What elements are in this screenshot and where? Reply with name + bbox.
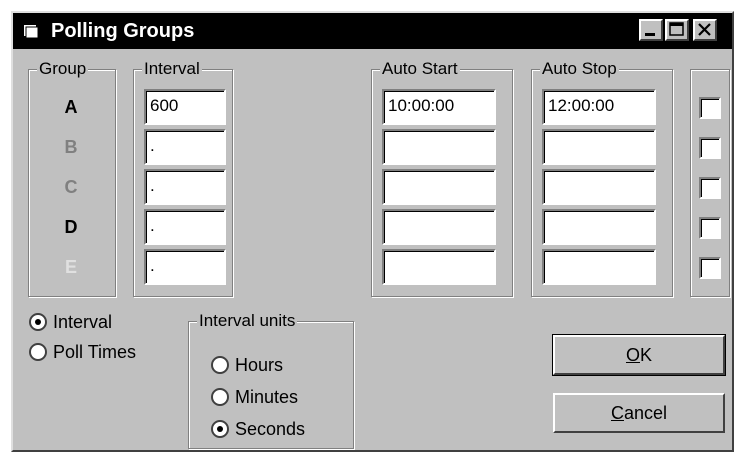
enabled-frame [690,69,730,297]
auto-start-frame: Auto Start 10:00:00 [371,59,513,297]
auto-start-field[interactable] [382,129,496,165]
group-legend: Group [37,59,89,79]
polling-groups-dialog: Polling Groups Group ABCDE Interval 600.… [11,11,734,452]
enabled-checkbox[interactable] [699,137,721,159]
maximize-button[interactable] [665,19,689,41]
minimize-icon [645,33,655,36]
auto-start-field[interactable]: 10:00:00 [382,89,496,125]
ok-button[interactable]: OK [552,334,726,376]
close-button[interactable] [693,19,717,41]
group-letter: C [64,177,78,197]
interval-field[interactable]: . [144,209,226,245]
close-icon [698,23,711,36]
auto-start-field[interactable] [382,169,496,205]
title-bar[interactable]: Polling Groups [13,13,732,49]
auto-stop-field[interactable] [542,129,656,165]
group-letter: A [64,97,78,117]
auto-stop-field[interactable] [542,209,656,245]
units-option-seconds[interactable]: Seconds [211,416,305,442]
units-option-hours[interactable]: Hours [211,352,283,378]
enabled-checkbox[interactable] [699,257,721,279]
interval-field[interactable]: 600 [144,89,226,125]
radio-hours[interactable] [211,356,229,374]
auto-stop-field[interactable] [542,249,656,285]
radio-interval[interactable] [29,313,47,331]
maximize-icon [669,22,684,36]
app-icon [24,25,39,39]
auto-stop-field[interactable]: 12:00:00 [542,89,656,125]
interval-units-legend: Interval units [197,311,298,331]
radio-seconds[interactable] [211,420,229,438]
interval-field[interactable]: . [144,249,226,285]
interval-frame: Interval 600.... [133,59,233,297]
auto-stop-legend: Auto Stop [540,59,619,79]
enabled-checkbox[interactable] [699,97,721,119]
minimize-button[interactable] [639,19,663,41]
units-label: Minutes [235,386,299,407]
mode-option-poll-times[interactable]: Poll Times [29,339,136,365]
units-label: Hours [235,354,284,375]
mode-label: Poll Times [53,341,137,362]
window-title: Polling Groups [51,20,195,42]
mode-label: Interval [53,311,113,332]
auto-stop-frame: Auto Stop 12:00:00 [531,59,673,297]
units-option-minutes[interactable]: Minutes [211,384,298,410]
cancel-label: Cancel [610,403,668,423]
auto-stop-field[interactable] [542,169,656,205]
enabled-checkbox[interactable] [699,217,721,239]
mode-option-interval[interactable]: Interval [29,309,112,335]
group-letter: E [64,257,77,277]
auto-start-field[interactable] [382,249,496,285]
radio-poll-times[interactable] [29,343,47,361]
ok-label: OK [625,345,653,365]
interval-field[interactable]: . [144,169,226,205]
interval-legend: Interval [142,59,202,79]
interval-field[interactable]: . [144,129,226,165]
units-label: Seconds [235,418,306,439]
group-frame: Group ABCDE [28,59,116,297]
cancel-button[interactable]: Cancel [553,393,725,433]
group-letter: D [64,217,78,237]
radio-minutes[interactable] [211,388,229,406]
enabled-checkbox[interactable] [699,177,721,199]
auto-start-field[interactable] [382,209,496,245]
interval-units-frame: Interval units Hours Minutes Seconds [188,311,354,449]
auto-start-legend: Auto Start [380,59,460,79]
group-letter: B [64,137,78,157]
